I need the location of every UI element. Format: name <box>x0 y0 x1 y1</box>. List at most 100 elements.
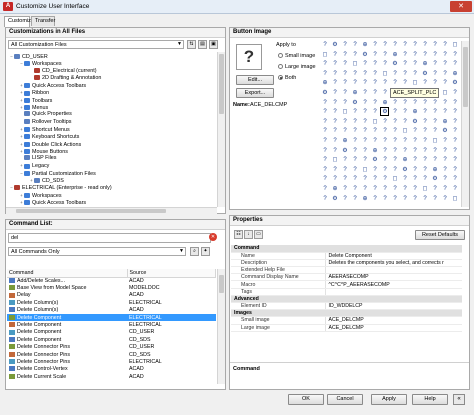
button-image-icon[interactable]: ⊕ <box>401 156 409 164</box>
button-image-icon[interactable]: ? <box>321 185 329 193</box>
button-image-icon[interactable]: ? <box>361 99 369 107</box>
button-image-icon[interactable]: ⚙ <box>351 99 359 107</box>
button-image-icon[interactable]: ? <box>431 118 439 126</box>
tree-node[interactable]: − Workspaces <box>7 60 217 67</box>
button-image-icon[interactable]: ? <box>371 51 379 59</box>
property-row[interactable]: Description Deletes the components you se… <box>231 259 462 268</box>
button-image-icon[interactable]: ? <box>441 41 449 49</box>
button-image-icon[interactable]: ? <box>321 195 329 203</box>
command-vertical-scrollbar[interactable] <box>217 269 225 384</box>
button-image-icon[interactable]: ? <box>401 175 409 183</box>
button-image-icon[interactable]: ? <box>431 60 439 68</box>
command-search-input[interactable]: del <box>8 233 211 243</box>
tree-node[interactable]: + CD_SDS <box>7 177 217 184</box>
button-image-icon[interactable]: ? <box>451 175 459 183</box>
button-image-icon[interactable]: ? <box>451 118 459 126</box>
button-image-icon[interactable]: ? <box>361 127 369 135</box>
button-image-icon[interactable]: ⊕ <box>361 41 369 49</box>
button-image-icon[interactable]: ? <box>381 51 389 59</box>
button-image-icon[interactable]: ? <box>361 70 369 78</box>
button-image-icon[interactable]: ? <box>371 89 379 97</box>
button-image-icon[interactable]: ⚙ <box>321 89 329 97</box>
tree-node[interactable]: LISP Files <box>7 155 217 162</box>
button-image-icon[interactable]: ? <box>451 51 459 59</box>
button-image-icon[interactable]: ? <box>381 41 389 49</box>
button-image-icon[interactable]: ? <box>381 156 389 164</box>
command-filter-select[interactable]: All Commands Only ▼ <box>8 247 186 256</box>
command-row[interactable]: Base View from Model Space MODELDOC <box>7 284 216 291</box>
tree-vertical-scrollbar[interactable] <box>217 52 225 207</box>
button-image-icon[interactable]: ? <box>361 60 369 68</box>
button-image-icon[interactable]: ? <box>441 79 449 87</box>
source-column-header[interactable]: Source <box>127 269 216 278</box>
button-image-icon[interactable]: ? <box>391 99 399 107</box>
button-image-icon[interactable]: ? <box>351 70 359 78</box>
button-image-icon[interactable]: ? <box>361 156 369 164</box>
property-row[interactable]: Macro ^C^C^P_AEERASECOMP <box>231 280 462 289</box>
tree-node[interactable]: 2D Drafting & Annotation <box>7 75 217 82</box>
command-row[interactable]: Delete Connector Pins CD_SDS <box>7 351 216 358</box>
tree-node[interactable]: + Legacy <box>7 162 217 169</box>
button-image-icon[interactable]: ? <box>401 118 409 126</box>
property-category[interactable]: Images <box>231 309 462 318</box>
property-row[interactable]: Name Delete Component <box>231 252 462 260</box>
button-image-icon[interactable]: ◻ <box>421 185 429 193</box>
button-image-icon[interactable]: ? <box>391 127 399 135</box>
button-image-icon[interactable]: ? <box>421 127 429 135</box>
button-image-icon[interactable]: ? <box>371 137 379 145</box>
tree-node[interactable]: + Double Click Actions <box>7 141 217 148</box>
button-image-icon[interactable]: ? <box>331 70 339 78</box>
property-value[interactable]: ACE_DELCMP <box>325 316 462 325</box>
apply-button[interactable]: Apply <box>371 394 407 405</box>
button-image-icon[interactable]: ? <box>351 118 359 126</box>
tree-node[interactable]: + Shortcut Menus <box>7 126 217 133</box>
scrollbar-thumb[interactable] <box>219 275 224 293</box>
button-image-icon[interactable]: ? <box>321 118 329 126</box>
button-image-icon[interactable]: ? <box>371 127 379 135</box>
button-image-icon[interactable]: ? <box>351 41 359 49</box>
property-value[interactable] <box>325 288 462 296</box>
button-image-icon[interactable]: ? <box>381 195 389 203</box>
button-image-icon[interactable]: ? <box>351 51 359 59</box>
button-image-icon[interactable]: ⊕ <box>431 166 439 174</box>
button-image-icon[interactable]: ◻ <box>361 166 369 174</box>
button-image-icon[interactable]: ? <box>451 156 459 164</box>
button-image-icon[interactable]: ? <box>341 185 349 193</box>
ok-button[interactable]: OK <box>288 394 324 405</box>
button-image-icon[interactable]: ? <box>351 175 359 183</box>
button-image-icon[interactable]: ◻ <box>431 137 439 145</box>
button-image-icon[interactable]: ? <box>421 118 429 126</box>
button-image-icon[interactable]: ◻ <box>321 51 329 59</box>
button-image-icon[interactable]: ? <box>361 137 369 145</box>
button-image-icon[interactable]: ? <box>371 185 379 193</box>
button-image-icon[interactable]: ◻ <box>351 60 359 68</box>
button-image-icon[interactable]: ? <box>441 137 449 145</box>
button-image-icon[interactable]: ⊕ <box>411 108 419 116</box>
button-image-icon[interactable]: ? <box>421 156 429 164</box>
button-image-icon[interactable]: ⚙ <box>411 118 419 126</box>
button-image-icon[interactable]: ? <box>391 79 399 87</box>
button-image-icon[interactable]: ⊕ <box>391 51 399 59</box>
button-image-icon[interactable]: ? <box>401 185 409 193</box>
button-image-icon[interactable]: ? <box>371 195 379 203</box>
button-image-icon[interactable]: ? <box>381 147 389 155</box>
clear-search-icon[interactable]: ✕ <box>209 233 217 241</box>
button-image-icon[interactable]: ? <box>371 175 379 183</box>
button-image-icon[interactable]: ? <box>321 127 329 135</box>
button-image-icon[interactable]: ? <box>361 175 369 183</box>
button-image-icon[interactable]: ? <box>411 70 419 78</box>
button-image-icon[interactable]: ⊕ <box>331 185 339 193</box>
button-image-icon[interactable]: ◻ <box>451 195 459 203</box>
customizations-tree[interactable]: − CD_USER − Workspaces CD_Electrical (curren… <box>7 53 217 213</box>
button-image-icon[interactable]: ? <box>411 175 419 183</box>
button-image-icon[interactable]: ? <box>341 127 349 135</box>
button-image-icon[interactable]: ◻ <box>341 108 349 116</box>
button-image-icon[interactable]: ? <box>431 70 439 78</box>
save-icon[interactable]: ▣ <box>209 40 218 49</box>
button-image-grid[interactable]: ? ⚙?? ⊕???????? ◻ ◻??? ⚙?? ⊕????????? ◻??? ⚙?? ⊕?… <box>321 41 463 207</box>
button-image-icon[interactable]: ? <box>411 137 419 145</box>
button-image-icon[interactable]: ? <box>441 175 449 183</box>
alphabetical-sort-icon[interactable]: ↓ <box>244 230 253 239</box>
button-image-icon[interactable]: ? <box>331 118 339 126</box>
property-row[interactable]: Command Display Name AEERASECOMP <box>231 273 462 282</box>
